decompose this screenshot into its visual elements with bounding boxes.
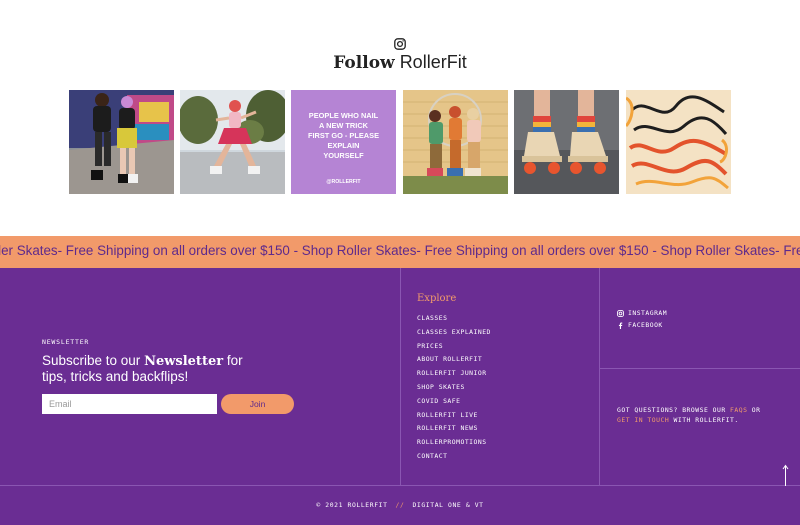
copyright-bar: © 2021 ROLLERFIT // DIGITAL ONE & VT bbox=[0, 501, 800, 509]
follow-title: Follow RollerFit bbox=[0, 52, 800, 73]
facebook-label: FACEBOOK bbox=[628, 321, 663, 329]
photo-lettering-art[interactable] bbox=[626, 90, 731, 194]
facebook-icon bbox=[618, 322, 623, 329]
quote-line-2: A NEW TRICK bbox=[319, 121, 369, 130]
join-button[interactable]: Join bbox=[221, 394, 294, 414]
questions-pre: GOT QUESTIONS? BROWSE OUR bbox=[617, 406, 731, 414]
explore-link-about[interactable]: ABOUT ROLLERFIT bbox=[417, 353, 491, 367]
explore-menu: CLASSES CLASSES EXPLAINED PRICES ABOUT R… bbox=[417, 312, 491, 464]
photo-group-hoop[interactable] bbox=[403, 90, 508, 194]
newsletter-heading: Subscribe to our Newsletter for tips, tr… bbox=[42, 353, 262, 384]
explore-link-live[interactable]: ROLLERFIT LIVE bbox=[417, 409, 491, 423]
quote-line-5: YOURSELF bbox=[323, 151, 364, 160]
scroll-top-arrow-icon[interactable] bbox=[781, 464, 790, 486]
newsletter-label: NEWSLETTER bbox=[42, 338, 90, 346]
footer-divider-bottom bbox=[0, 485, 800, 486]
explore-link-covid-safe[interactable]: COVID SAFE bbox=[417, 395, 491, 409]
explore-link-promotions[interactable]: ROLLERPROMOTIONS bbox=[417, 436, 491, 450]
copyright-text: © 2021 ROLLERFIT bbox=[316, 501, 388, 509]
email-field[interactable] bbox=[42, 394, 217, 414]
follow-word: Follow bbox=[333, 53, 395, 73]
brand-word: RollerFit bbox=[399, 52, 467, 72]
questions-post: WITH ROLLERFIT. bbox=[669, 416, 739, 424]
footer-divider-left bbox=[400, 268, 401, 485]
explore-link-shop-skates[interactable]: SHOP SKATES bbox=[417, 381, 491, 395]
explore-link-prices[interactable]: PRICES bbox=[417, 340, 491, 354]
instagram-icon[interactable] bbox=[394, 38, 406, 50]
instagram-section: Follow RollerFit PEOPLE WHO NAIL A NEW T… bbox=[0, 0, 800, 236]
instagram-label: INSTAGRAM bbox=[628, 309, 668, 317]
get-in-touch-link[interactable]: GET IN TOUCH bbox=[617, 416, 669, 424]
marquee-text: Roller Skates- Free Shipping on all orde… bbox=[0, 243, 800, 258]
quote-line-3: FIRST GO - PLEASE bbox=[308, 131, 379, 140]
footer-divider-social bbox=[600, 368, 800, 369]
newsletter-heading-bold: Newsletter bbox=[144, 354, 224, 369]
newsletter-heading-pre: Subscribe to our bbox=[42, 353, 145, 368]
photo-skates-closeup[interactable] bbox=[514, 90, 619, 194]
explore-link-classes-explained[interactable]: CLASSES EXPLAINED bbox=[417, 326, 491, 340]
explore-link-junior[interactable]: ROLLERFIT JUNIOR bbox=[417, 367, 491, 381]
explore-link-classes[interactable]: CLASSES bbox=[417, 312, 491, 326]
instagram-icon bbox=[617, 309, 624, 317]
explore-link-news[interactable]: ROLLERFIT NEWS bbox=[417, 422, 491, 436]
credit-text[interactable]: DIGITAL ONE & VT bbox=[412, 501, 483, 509]
quote-line-1: PEOPLE WHO NAIL bbox=[309, 111, 379, 120]
shipping-marquee[interactable]: Roller Skates- Free Shipping on all orde… bbox=[0, 236, 800, 268]
social-link-facebook[interactable]: FACEBOOK bbox=[617, 321, 663, 329]
explore-title: Explore bbox=[417, 293, 457, 304]
quote-line-4: EXPLAIN bbox=[327, 141, 359, 150]
site-footer: NEWSLETTER Subscribe to our Newsletter f… bbox=[0, 268, 800, 525]
footer-divider-right bbox=[599, 268, 600, 485]
instagram-photo-row: PEOPLE WHO NAIL A NEW TRICK FIRST GO - P… bbox=[69, 90, 731, 194]
quote-handle: @ROLLERFIT bbox=[326, 179, 361, 185]
photo-quote-card[interactable]: PEOPLE WHO NAIL A NEW TRICK FIRST GO - P… bbox=[291, 90, 396, 194]
social-link-instagram[interactable]: INSTAGRAM bbox=[617, 309, 667, 317]
photo-skaters-wall[interactable] bbox=[69, 90, 174, 194]
faqs-link[interactable]: FAQS bbox=[730, 406, 747, 414]
photo-skater-park[interactable] bbox=[180, 90, 285, 194]
explore-link-contact[interactable]: CONTACT bbox=[417, 450, 491, 464]
questions-text: GOT QUESTIONS? BROWSE OUR FAQS OR GET IN… bbox=[617, 405, 777, 425]
copyright-separator: // bbox=[395, 501, 405, 509]
questions-mid: OR bbox=[747, 406, 761, 414]
